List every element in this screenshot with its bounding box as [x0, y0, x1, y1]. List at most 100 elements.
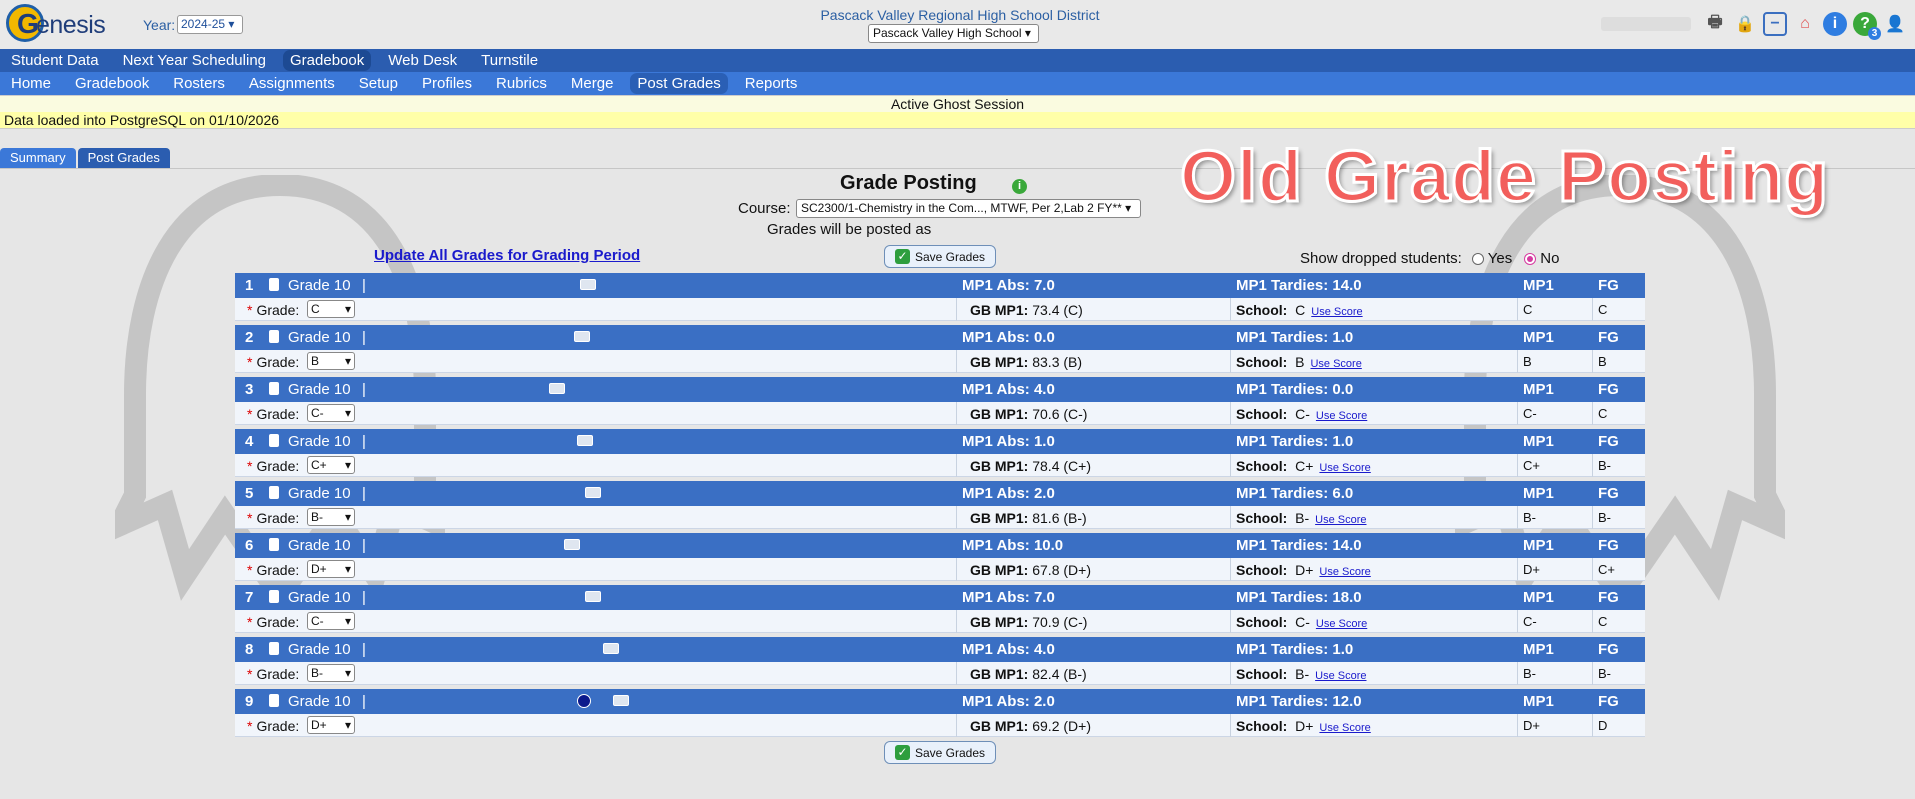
student-card-icon[interactable]: [269, 538, 279, 551]
row-number: 8: [245, 641, 254, 658]
home-icon[interactable]: ⌂: [1793, 12, 1817, 36]
grade-select[interactable]: D+ ▾: [307, 716, 355, 734]
use-score-link[interactable]: Use Score: [1319, 722, 1370, 734]
use-score-link[interactable]: Use Score: [1316, 410, 1367, 422]
school-value: C+: [1295, 458, 1314, 474]
grade-select[interactable]: C ▾: [307, 300, 355, 318]
school-value: C-: [1295, 406, 1310, 422]
cell-divider: [1517, 402, 1518, 425]
grade-select[interactable]: B ▾: [307, 352, 355, 370]
grade-select[interactable]: D+ ▾: [307, 560, 355, 578]
camera-icon[interactable]: [585, 487, 601, 498]
cell-divider: [1230, 454, 1231, 477]
print-icon[interactable]: 🖶: [1703, 12, 1727, 36]
grade-label-text: Grade:: [256, 666, 300, 682]
use-score-link[interactable]: Use Score: [1319, 462, 1370, 474]
menu-web-desk[interactable]: Web Desk: [381, 50, 464, 71]
camera-icon[interactable]: [603, 643, 619, 654]
course-select[interactable]: SC2300/1-Chemistry in the Com..., MTWF, …: [796, 199, 1141, 218]
grade-select[interactable]: B- ▾: [307, 508, 355, 526]
school-label: School:: [1236, 406, 1288, 422]
lock-icon[interactable]: 🔒: [1733, 12, 1757, 36]
mp1-column-label: MP1: [1523, 589, 1554, 606]
use-score-link[interactable]: Use Score: [1315, 514, 1366, 526]
student-card-icon[interactable]: [269, 486, 279, 499]
student-card-icon[interactable]: [269, 694, 279, 707]
info-icon[interactable]: i: [1823, 12, 1847, 36]
cell-divider: [1517, 506, 1518, 529]
student-card-icon[interactable]: [269, 382, 279, 395]
use-score-link[interactable]: Use Score: [1310, 358, 1361, 370]
fg-grade: C+: [1598, 562, 1615, 577]
separator: |: [362, 329, 366, 346]
submenu-profiles[interactable]: Profiles: [415, 73, 479, 94]
dropped-yes-radio[interactable]: [1471, 252, 1484, 265]
use-score-link[interactable]: Use Score: [1319, 566, 1370, 578]
use-score-link[interactable]: Use Score: [1311, 306, 1362, 318]
mp1-tardies: MP1 Tardies: 14.0: [1236, 277, 1362, 294]
grade-label-text: Grade:: [256, 718, 300, 734]
gb-value: 83.3 (B): [1032, 354, 1083, 370]
student-card-icon[interactable]: [269, 330, 279, 343]
use-score-link[interactable]: Use Score: [1316, 618, 1367, 630]
school-value: C: [1295, 302, 1306, 318]
camera-icon[interactable]: [580, 279, 596, 290]
submenu-assignments[interactable]: Assignments: [242, 73, 342, 94]
submenu-merge[interactable]: Merge: [564, 73, 621, 94]
submenu-rosters[interactable]: Rosters: [166, 73, 232, 94]
mp1-absences: MP1 Abs: 2.0: [962, 693, 1055, 710]
separator: |: [362, 693, 366, 710]
submenu-setup[interactable]: Setup: [352, 73, 405, 94]
menu-turnstile[interactable]: Turnstile: [474, 50, 545, 71]
student-card-icon[interactable]: [269, 642, 279, 655]
camera-icon[interactable]: [574, 331, 590, 342]
genesis-logo[interactable]: G enesis: [6, 4, 126, 46]
student-row-header: 9 Grade 10 | MP1 Abs: 2.0 MP1 Tardies: 12.0 M…: [235, 689, 1645, 714]
minus-icon[interactable]: −: [1763, 12, 1787, 36]
grade-select-value: D+: [311, 562, 327, 576]
camera-icon[interactable]: [585, 591, 601, 602]
update-all-grades-link[interactable]: Update All Grades for Grading Period: [374, 247, 640, 264]
mp1-absences: MP1 Abs: 10.0: [962, 537, 1064, 554]
grade-select[interactable]: C- ▾: [307, 404, 355, 422]
submenu-reports[interactable]: Reports: [738, 73, 805, 94]
grade-level: Grade 10: [288, 277, 351, 294]
mp1-grade: C-: [1523, 614, 1537, 629]
grade-level: Grade 10: [288, 537, 351, 554]
school-label: School:: [1236, 562, 1288, 578]
camera-icon[interactable]: [577, 435, 593, 446]
grade-select[interactable]: C+ ▾: [307, 456, 355, 474]
submenu-home[interactable]: Home: [4, 73, 58, 94]
use-score-link[interactable]: Use Score: [1315, 670, 1366, 682]
tab-summary[interactable]: Summary: [0, 148, 76, 168]
camera-icon[interactable]: [564, 539, 580, 550]
tab-post-grades[interactable]: Post Grades: [77, 148, 170, 168]
student-card-icon[interactable]: [269, 278, 279, 291]
submenu-post-grades[interactable]: Post Grades: [630, 73, 728, 94]
submenu-gradebook[interactable]: Gradebook: [68, 73, 156, 94]
menu-gradebook[interactable]: Gradebook: [283, 50, 372, 71]
camera-icon[interactable]: [549, 383, 565, 394]
menu-student-data[interactable]: Student Data: [4, 50, 106, 71]
grade-select[interactable]: B- ▾: [307, 664, 355, 682]
student-card-icon[interactable]: [269, 434, 279, 447]
grade-select-value: B: [311, 354, 320, 368]
submenu-rubrics[interactable]: Rubrics: [489, 73, 554, 94]
save-grades-button-top[interactable]: ✓ Save Grades: [884, 245, 996, 268]
year-select[interactable]: 2024-25 ▾: [177, 15, 243, 34]
dropped-no-radio[interactable]: [1524, 252, 1537, 265]
show-dropped-students: Show dropped students: Yes No: [1300, 250, 1559, 267]
mp1-column-label: MP1: [1523, 433, 1554, 450]
save-grades-button-bottom[interactable]: ✓ Save Grades: [884, 741, 996, 764]
grade-label-text: Grade:: [256, 614, 300, 630]
year-select-value: 2024-25: [181, 17, 226, 31]
gb-value: 70.6 (C-): [1032, 406, 1088, 422]
student-card-icon[interactable]: [269, 590, 279, 603]
school-select[interactable]: Pascack Valley High School ▾: [868, 24, 1039, 43]
grade-select[interactable]: C- ▾: [307, 612, 355, 630]
menu-next-year-scheduling[interactable]: Next Year Scheduling: [116, 50, 273, 71]
info-icon[interactable]: i: [1012, 179, 1027, 194]
camera-icon[interactable]: [613, 695, 629, 706]
help-icon[interactable]: ? 3: [1853, 12, 1881, 40]
user-icon[interactable]: 👤: [1883, 12, 1907, 36]
